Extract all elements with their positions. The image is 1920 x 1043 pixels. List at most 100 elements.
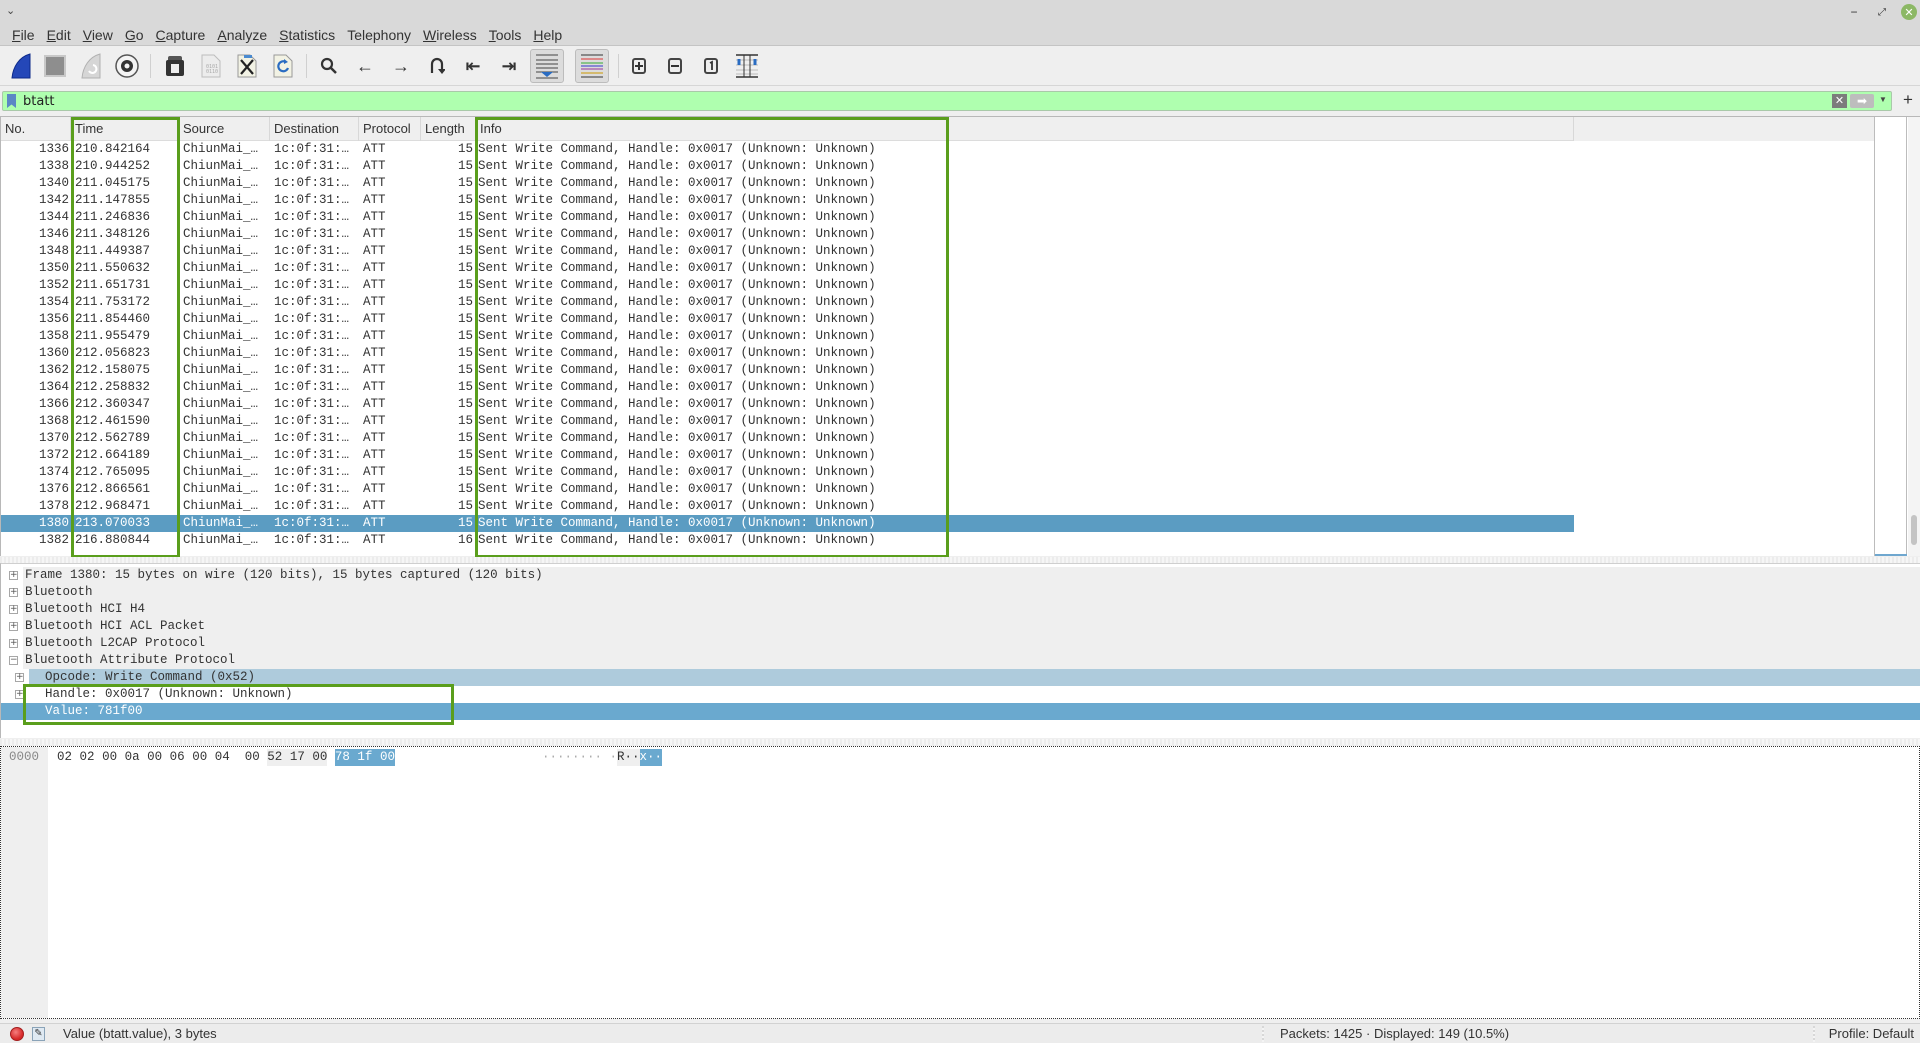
expand-icon[interactable]: +: [9, 605, 18, 614]
start-capture-button[interactable]: [6, 51, 36, 81]
hex-byte[interactable]: 00: [102, 749, 117, 766]
details-bytes-splitter[interactable]: [0, 739, 1920, 745]
open-file-button[interactable]: [160, 51, 190, 81]
hex-byte[interactable]: 06: [170, 749, 185, 766]
packet-row[interactable]: 1342 211.147855 ChiunMai_… 1c:0f:31:… ATT 15 S…: [1, 192, 1574, 209]
capture-comment-icon[interactable]: ✎: [32, 1027, 45, 1041]
expand-icon[interactable]: +: [9, 639, 18, 648]
menu-telephony[interactable]: Telephony: [341, 27, 417, 43]
packet-row[interactable]: 1336 210.842164 ChiunMai_… 1c:0f:31:… ATT 15 S…: [1, 141, 1574, 158]
menu-analyze[interactable]: Analyze: [211, 27, 273, 43]
expand-icon[interactable]: +: [9, 588, 18, 597]
detail-tree-item[interactable]: + Frame 1380: 15 bytes on wire (120 bits)…: [9, 567, 1920, 584]
hex-byte[interactable]: 0a: [125, 749, 140, 766]
packet-row[interactable]: 1362 212.158075 ChiunMai_… 1c:0f:31:… ATT 15 S…: [1, 362, 1574, 379]
maximize-button[interactable]: ⤢: [1874, 4, 1890, 20]
reload-file-button[interactable]: [268, 51, 298, 81]
window-menu-icon[interactable]: ⌄: [6, 4, 15, 17]
packet-row[interactable]: 1350 211.550632 ChiunMai_… 1c:0f:31:… ATT 15 S…: [1, 260, 1574, 277]
bookmark-icon[interactable]: [7, 94, 16, 108]
zoom-in-button[interactable]: [624, 51, 654, 81]
packet-row[interactable]: 1376 212.866561 ChiunMai_… 1c:0f:31:… ATT 15 S…: [1, 481, 1574, 498]
go-first-button[interactable]: ⇤: [458, 51, 488, 81]
column-header-time[interactable]: Time: [71, 117, 179, 141]
expand-icon[interactable]: +: [15, 673, 24, 682]
detail-tree-item[interactable]: + Bluetooth HCI H4: [9, 601, 1920, 618]
collapse-icon[interactable]: −: [9, 656, 18, 665]
packet-row[interactable]: 1366 212.360347 ChiunMai_… 1c:0f:31:… ATT 15 S…: [1, 396, 1574, 413]
packet-row[interactable]: 1360 212.056823 ChiunMai_… 1c:0f:31:… ATT 15 S…: [1, 345, 1574, 362]
detail-tree-item[interactable]: + Bluetooth: [9, 584, 1920, 601]
packet-bytes-pane[interactable]: 0000 02 02 00 0a 00 06 00 04 00 52 17 00…: [0, 746, 1920, 1019]
restart-capture-button[interactable]: [76, 51, 106, 81]
detail-tree-item[interactable]: + Opcode: Write Command (0x52): [15, 669, 1920, 686]
packet-row[interactable]: 1352 211.651731 ChiunMai_… 1c:0f:31:… ATT 15 S…: [1, 277, 1574, 294]
packet-row[interactable]: 1382 216.880844 ChiunMai_… 1c:0f:31:… ATT 16 S…: [1, 532, 1574, 549]
expand-icon[interactable]: +: [9, 622, 18, 631]
hex-byte[interactable]: 78: [334, 749, 350, 766]
go-back-button[interactable]: ←: [350, 51, 380, 81]
hex-byte[interactable]: 00: [312, 749, 328, 766]
go-to-packet-button[interactable]: [422, 51, 452, 81]
minimize-button[interactable]: −: [1846, 4, 1862, 20]
close-file-button[interactable]: [232, 51, 262, 81]
expand-icon[interactable]: +: [15, 690, 24, 699]
hex-byte[interactable]: 02: [57, 749, 72, 766]
zoom-out-button[interactable]: [660, 51, 690, 81]
packet-list-minimap[interactable]: [1874, 117, 1907, 556]
packet-row[interactable]: 1344 211.246836 ChiunMai_… 1c:0f:31:… ATT 15 S…: [1, 209, 1574, 226]
status-profile[interactable]: Profile: Default: [1829, 1026, 1914, 1041]
column-header-info[interactable]: Info: [476, 117, 1574, 141]
detail-tree-item[interactable]: + Bluetooth L2CAP Protocol: [9, 635, 1920, 652]
hex-byte[interactable]: 1f: [357, 749, 373, 766]
packet-row[interactable]: 1356 211.854460 ChiunMai_… 1c:0f:31:… ATT 15 S…: [1, 311, 1574, 328]
stop-capture-button[interactable]: [40, 51, 70, 81]
packet-row[interactable]: 1364 212.258832 ChiunMai_… 1c:0f:31:… ATT 15 S…: [1, 379, 1574, 396]
packet-list-scrollbar[interactable]: [1908, 117, 1920, 556]
close-window-button[interactable]: ✕: [1901, 4, 1917, 20]
hex-byte[interactable]: 00: [147, 749, 162, 766]
packet-row[interactable]: 1354 211.753172 ChiunMai_… 1c:0f:31:… ATT 15 S…: [1, 294, 1574, 311]
add-filter-button[interactable]: +: [1899, 90, 1917, 110]
menu-help[interactable]: Help: [527, 27, 568, 43]
packet-row[interactable]: 1380 213.070033 ChiunMai_… 1c:0f:31:… ATT 15 S…: [1, 515, 1574, 532]
column-header-no[interactable]: No.: [1, 117, 71, 141]
detail-tree-item[interactable]: Value: 781f00: [1, 703, 1920, 720]
packet-row[interactable]: 1338 210.944252 ChiunMai_… 1c:0f:31:… ATT 15 S…: [1, 158, 1574, 175]
packet-row[interactable]: 1370 212.562789 ChiunMai_… 1c:0f:31:… ATT 15 S…: [1, 430, 1574, 447]
hex-byte[interactable]: 52: [267, 749, 283, 766]
apply-filter-button[interactable]: ➡: [1850, 94, 1874, 108]
find-packet-button[interactable]: [314, 51, 344, 81]
expand-icon[interactable]: +: [9, 571, 18, 580]
hex-byte[interactable]: 02: [80, 749, 95, 766]
expert-info-led-icon[interactable]: [10, 1027, 24, 1041]
menu-wireless[interactable]: Wireless: [417, 27, 483, 43]
hex-byte[interactable]: 00: [379, 749, 395, 766]
packet-row[interactable]: 1374 212.765095 ChiunMai_… 1c:0f:31:… ATT 15 S…: [1, 464, 1574, 481]
autoscroll-button[interactable]: [530, 49, 564, 83]
save-file-button[interactable]: 0101 0110: [196, 51, 226, 81]
hex-byte[interactable]: 04: [215, 749, 230, 766]
packet-list-scrollbar-thumb[interactable]: [1911, 515, 1917, 545]
go-forward-button[interactable]: →: [386, 51, 416, 81]
packet-row[interactable]: 1346 211.348126 ChiunMai_… 1c:0f:31:… ATT 15 S…: [1, 226, 1574, 243]
packet-row[interactable]: 1378 212.968471 ChiunMai_… 1c:0f:31:… ATT 15 S…: [1, 498, 1574, 515]
capture-options-button[interactable]: [112, 51, 142, 81]
clear-filter-button[interactable]: ✕: [1832, 94, 1847, 108]
packet-row[interactable]: 1368 212.461590 ChiunMai_… 1c:0f:31:… ATT 15 S…: [1, 413, 1574, 430]
menu-file[interactable]: File: [6, 27, 41, 43]
detail-tree-item[interactable]: + Handle: 0x0017 (Unknown: Unknown): [15, 686, 1920, 703]
column-header-length[interactable]: Length: [421, 117, 476, 141]
menu-go[interactable]: Go: [119, 27, 150, 43]
packet-row[interactable]: 1340 211.045175 ChiunMai_… 1c:0f:31:… ATT 15 S…: [1, 175, 1574, 192]
colorize-button[interactable]: [575, 49, 609, 83]
detail-tree-item[interactable]: + Bluetooth HCI ACL Packet: [9, 618, 1920, 635]
go-last-button[interactable]: ⇥: [494, 51, 524, 81]
menu-statistics[interactable]: Statistics: [273, 27, 341, 43]
menu-capture[interactable]: Capture: [150, 27, 212, 43]
packet-row[interactable]: 1372 212.664189 ChiunMai_… 1c:0f:31:… ATT 15 S…: [1, 447, 1574, 464]
menu-tools[interactable]: Tools: [483, 27, 528, 43]
hex-byte[interactable]: 17: [289, 749, 305, 766]
column-header-protocol[interactable]: Protocol: [359, 117, 421, 141]
hex-byte[interactable]: 00: [245, 749, 260, 766]
